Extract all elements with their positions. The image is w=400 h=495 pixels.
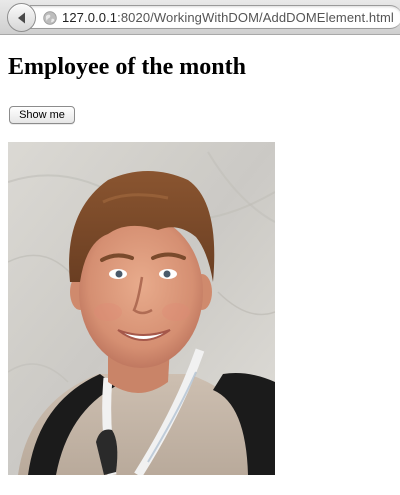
back-arrow-icon	[18, 12, 25, 24]
url-text: 127.0.0.1:8020/WorkingWithDOM/AddDOMElem…	[62, 10, 394, 25]
page-title: Employee of the month	[8, 54, 246, 80]
show-me-button[interactable]: Show me	[9, 106, 75, 124]
back-button[interactable]	[7, 3, 36, 32]
employee-photo	[8, 142, 275, 475]
url-path: :8020/WorkingWithDOM/AddDOMElement.html	[117, 10, 394, 25]
address-bar[interactable]: 127.0.0.1:8020/WorkingWithDOM/AddDOMElem…	[30, 5, 400, 29]
globe-icon	[43, 11, 57, 25]
browser-toolbar: 127.0.0.1:8020/WorkingWithDOM/AddDOMElem…	[0, 0, 400, 35]
url-host: 127.0.0.1	[62, 10, 118, 25]
